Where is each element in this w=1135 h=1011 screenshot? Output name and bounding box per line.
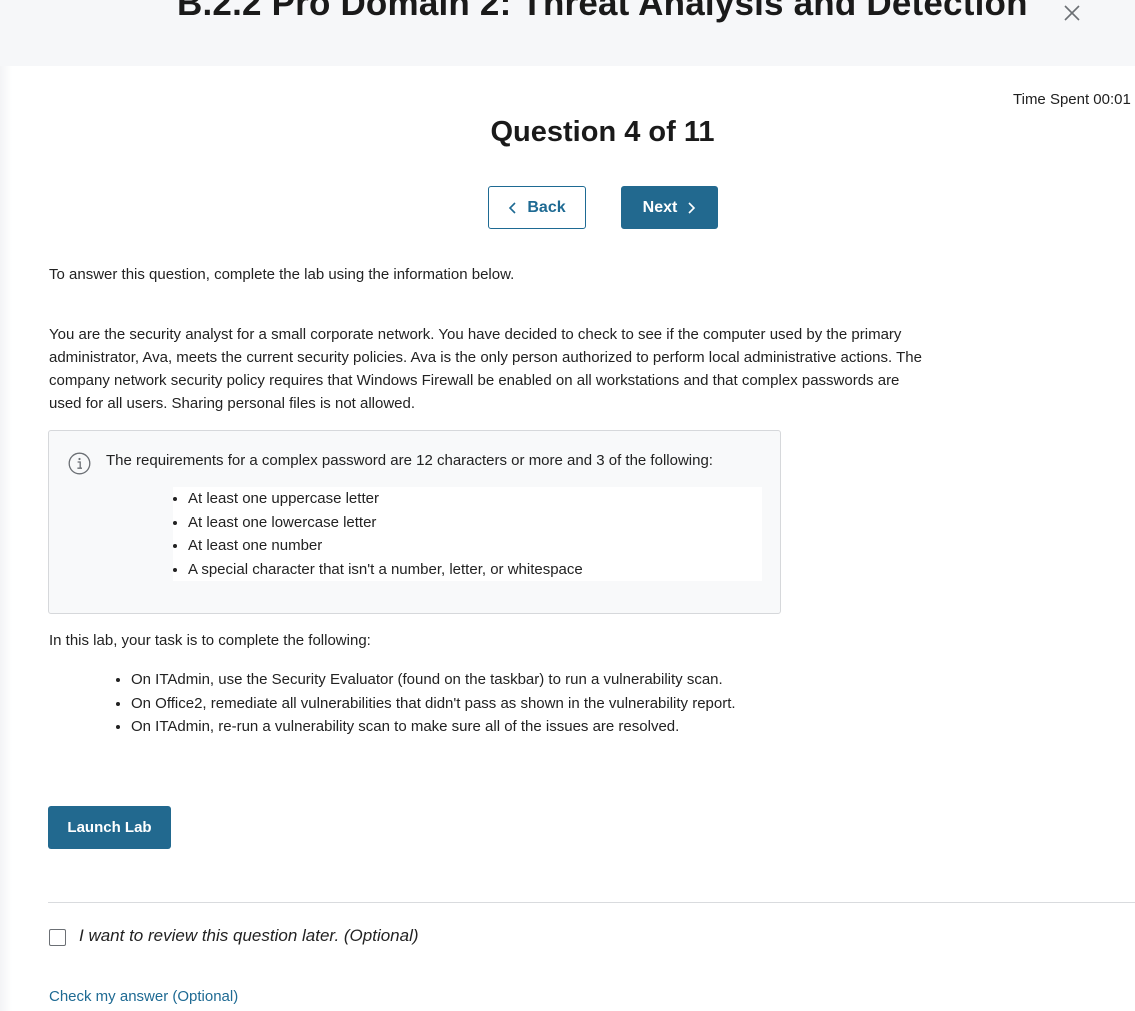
chevron-left-icon [509, 201, 516, 214]
info-box: The requirements for a complex password … [48, 430, 781, 614]
left-shade [0, 66, 12, 1011]
password-requirements-list: At least one uppercase letter At least o… [173, 487, 762, 581]
list-item: On ITAdmin, use the Security Evaluator (… [131, 668, 736, 692]
list-item: At least one uppercase letter [188, 487, 762, 511]
list-item: A special character that isn't a number,… [188, 558, 762, 582]
page-title: B.2.2 Pro Domain 2: Threat Analysis and … [177, 0, 1028, 23]
time-spent: Time Spent 00:01 [1013, 91, 1131, 108]
next-button[interactable]: Next [621, 186, 718, 229]
review-later-label[interactable]: I want to review this question later. (O… [79, 926, 419, 946]
divider [48, 902, 1135, 903]
back-button[interactable]: Back [488, 186, 586, 229]
info-box-text: The requirements for a complex password … [106, 452, 713, 469]
lab-intro-text: To answer this question, complete the la… [49, 266, 515, 283]
list-item: At least one number [188, 534, 762, 558]
chevron-right-icon [688, 201, 696, 214]
review-later-checkbox[interactable] [49, 929, 66, 946]
list-item: At least one lowercase letter [188, 511, 762, 535]
back-button-label: Back [527, 198, 566, 216]
info-icon [68, 452, 91, 475]
close-icon[interactable] [1061, 2, 1083, 24]
list-item: On ITAdmin, re-run a vulnerability scan … [131, 715, 736, 739]
scenario-text: You are the security analyst for a small… [49, 326, 922, 412]
check-answer-link[interactable]: Check my answer (Optional) [49, 988, 238, 1005]
launch-lab-button[interactable]: Launch Lab [48, 806, 171, 849]
task-intro-text: In this lab, your task is to complete th… [49, 632, 371, 649]
next-button-label: Next [642, 198, 678, 216]
page-header: B.2.2 Pro Domain 2: Threat Analysis and … [0, 0, 1135, 66]
task-list: On ITAdmin, use the Security Evaluator (… [116, 668, 736, 739]
list-item: On Office2, remediate all vulnerabilitie… [131, 692, 736, 716]
question-heading: Question 4 of 11 [490, 116, 715, 148]
